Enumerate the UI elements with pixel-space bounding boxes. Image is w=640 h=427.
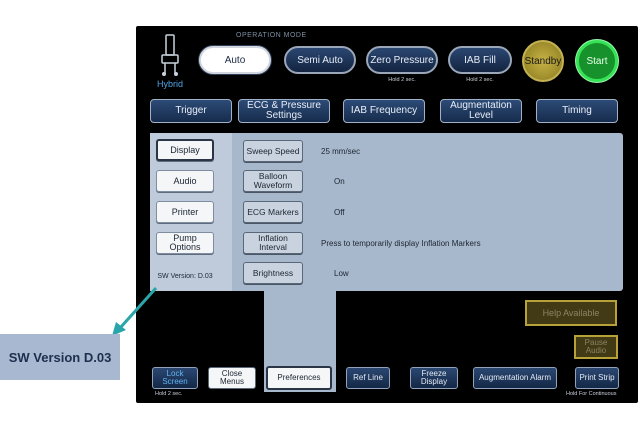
callout-arrow-icon (112, 286, 158, 336)
lock-screen-hold-hint: Hold 2 sec. (155, 391, 183, 397)
logo-label: Hybrid (156, 79, 183, 89)
print-strip-button[interactable]: Print Strip (575, 367, 619, 389)
sweep-speed-button[interactable]: Sweep Speed (243, 140, 303, 162)
tab-iab-frequency[interactable]: IAB Frequency (343, 99, 425, 123)
pump-console-icon (161, 34, 179, 76)
lock-screen-button[interactable]: Lock Screen (152, 367, 198, 389)
sidebar-item-pump-options[interactable]: Pump Options (156, 232, 214, 254)
tab-ecg-pressure-settings[interactable]: ECG & Pressure Settings (238, 99, 330, 123)
balloon-waveform-button[interactable]: Balloon Waveform (243, 170, 303, 192)
print-strip-hold-hint: Hold For Continuous (566, 391, 617, 397)
tab-trigger[interactable]: Trigger (150, 99, 232, 123)
zero-pressure-button[interactable]: Zero Pressure (366, 46, 438, 74)
tab-augmentation-level[interactable]: Augmentation Level (440, 99, 522, 123)
preferences-button[interactable]: Preferences (266, 366, 332, 390)
sweep-speed-value: 25 mm/sec (321, 147, 361, 156)
inflation-interval-value: Press to temporarily display Inflation M… (321, 239, 481, 248)
brightness-button[interactable]: Brightness (243, 262, 303, 284)
zero-pressure-hold-hint: Hold 2 sec. (388, 77, 416, 83)
close-menus-button[interactable]: Close Menus (208, 367, 256, 389)
help-available-button[interactable]: Help Available (525, 300, 617, 326)
sw-version-callout: SW Version D.03 (0, 334, 120, 380)
hybrid-logo: Hybrid (152, 33, 188, 93)
sidebar-item-display[interactable]: Display (156, 139, 214, 161)
ecg-markers-value: Off (334, 208, 345, 217)
ref-line-button[interactable]: Ref Line (346, 367, 390, 389)
balloon-waveform-value: On (334, 177, 345, 186)
semi-auto-mode-button[interactable]: Semi Auto (284, 46, 356, 74)
pause-audio-button[interactable]: Pause Audio (574, 335, 618, 359)
sidebar-item-printer[interactable]: Printer (156, 201, 214, 223)
tab-timing[interactable]: Timing (536, 99, 618, 123)
auto-mode-button[interactable]: Auto (199, 46, 271, 74)
iab-fill-button[interactable]: IAB Fill (448, 46, 512, 74)
operation-mode-title: OPERATION MODE (236, 32, 307, 39)
brightness-value: Low (334, 269, 349, 278)
augmentation-alarm-button[interactable]: Augmentation Alarm (473, 367, 557, 389)
sw-version-label: SW Version: D.03 (157, 273, 213, 280)
sidebar-item-audio[interactable]: Audio (156, 170, 214, 192)
ecg-markers-button[interactable]: ECG Markers (243, 201, 303, 223)
iab-fill-hold-hint: Hold 2 sec. (466, 77, 494, 83)
standby-button[interactable]: Standby (522, 40, 564, 82)
freeze-display-button[interactable]: Freeze Display (410, 367, 458, 389)
inflation-interval-button[interactable]: Inflation Interval (243, 232, 303, 254)
start-button[interactable]: Start (576, 40, 618, 82)
